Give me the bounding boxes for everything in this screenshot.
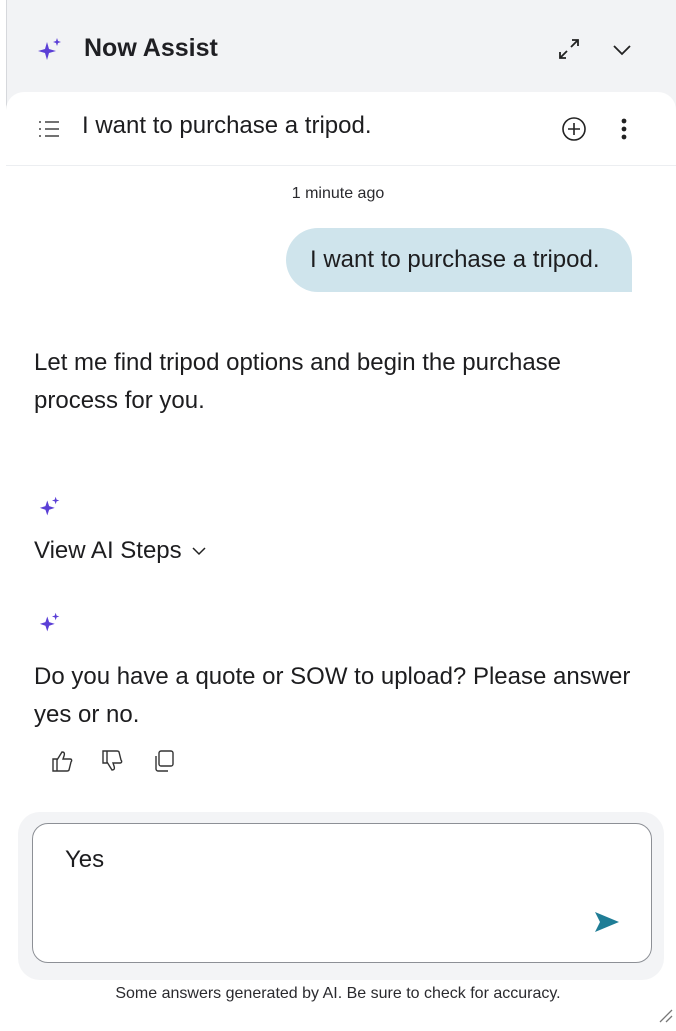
message-timestamp: 1 minute ago: [291, 185, 385, 202]
plus-circle-icon[interactable]: [560, 115, 588, 143]
message-input[interactable]: Yes: [32, 823, 652, 963]
resize-handle-icon[interactable]: [654, 1004, 674, 1024]
view-ai-steps-toggle[interactable]: View AI Steps: [34, 537, 208, 565]
chevron-down-icon: [192, 547, 206, 556]
sparkle-icon: [38, 38, 61, 60]
copy-icon[interactable]: [152, 748, 176, 774]
sparkle-icon: [39, 496, 60, 516]
assistant-header: Now Assist: [6, 14, 670, 90]
conversation-bar: I want to purchase a tripod.: [6, 92, 676, 166]
chat-panel: I want to purchase a tripod. 1 minute ag…: [6, 92, 676, 1031]
composer-area: Yes: [18, 812, 664, 980]
chevron-down-icon[interactable]: [610, 38, 634, 62]
assistant-title: Now Assist: [84, 34, 218, 62]
thumbs-down-icon[interactable]: [100, 748, 124, 774]
ai-disclaimer: Some answers generated by AI. Be sure to…: [115, 985, 561, 1002]
conversation-title: I want to purchase a tripod.: [82, 112, 372, 139]
view-ai-steps-label: View AI Steps: [34, 537, 182, 564]
assistant-message: Do you have a quote or SOW to upload? Pl…: [34, 663, 631, 728]
send-icon[interactable]: [593, 910, 621, 934]
user-message-bubble: I want to purchase a tripod.: [286, 228, 632, 292]
assistant-message: Let me find tripod options and begin the…: [34, 349, 562, 414]
thumbs-up-icon[interactable]: [50, 748, 74, 774]
list-icon[interactable]: [38, 119, 60, 139]
sparkle-icon: [39, 612, 60, 632]
more-vertical-icon[interactable]: [618, 114, 630, 144]
message-input-value: Yes: [65, 846, 105, 873]
expand-icon[interactable]: [554, 34, 584, 64]
